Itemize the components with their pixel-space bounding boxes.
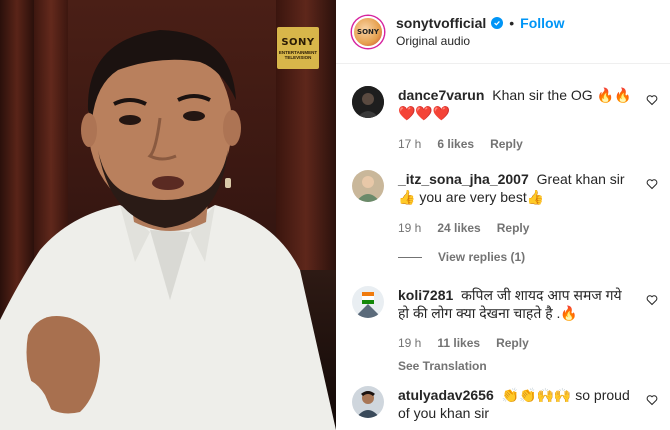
- comment-item: atulyadav2656 👏👏🙌🙌 so proud of you khan …: [352, 386, 670, 422]
- comment-username[interactable]: dance7varun: [398, 87, 484, 103]
- reply-button[interactable]: Reply: [490, 135, 523, 153]
- follow-button[interactable]: Follow: [520, 15, 564, 31]
- channel-logo-brand: SONY: [281, 36, 315, 48]
- avatar[interactable]: [352, 386, 384, 418]
- avatar[interactable]: [352, 286, 384, 318]
- reply-button[interactable]: Reply: [496, 334, 529, 352]
- like-heart-icon[interactable]: [646, 178, 658, 190]
- view-replies-label: View replies (1): [438, 250, 526, 264]
- channel-logo: SONY ENTERTAINMENT TELEVISION: [277, 27, 319, 69]
- comment-time[interactable]: 19 h: [398, 334, 421, 352]
- avatar[interactable]: [352, 170, 384, 202]
- like-heart-icon[interactable]: [646, 394, 658, 406]
- verified-badge-icon: [491, 17, 504, 29]
- view-replies-button[interactable]: View replies (1): [398, 250, 525, 264]
- separator-dot: •: [509, 15, 515, 31]
- post-username[interactable]: sonytvofficial: [396, 15, 486, 31]
- divider-line: [398, 256, 422, 258]
- see-translation-button[interactable]: See Translation: [398, 357, 634, 375]
- like-heart-icon[interactable]: [646, 94, 658, 106]
- comments-list[interactable]: dance7varun Khan sir the OG 🔥🔥 ❤️❤️❤️ 17…: [336, 64, 670, 430]
- comment-username[interactable]: koli7281: [398, 287, 453, 303]
- comment-likes[interactable]: 24 likes: [437, 219, 480, 237]
- like-heart-icon[interactable]: [646, 294, 658, 306]
- comment-item: dance7varun Khan sir the OG 🔥🔥 ❤️❤️❤️ 17…: [352, 86, 670, 153]
- avatar[interactable]: [352, 86, 384, 118]
- reply-button[interactable]: Reply: [497, 219, 530, 237]
- comment-item: _itz_sona_jha_2007 Great khan sir👍 you a…: [352, 170, 670, 237]
- avatar-text: SONY: [357, 27, 379, 36]
- comment-time[interactable]: 19 h: [398, 219, 421, 237]
- comment-likes[interactable]: 6 likes: [437, 135, 474, 153]
- comment-text: Khan sir the OG 🔥🔥: [492, 87, 632, 103]
- audio-link[interactable]: Original audio: [396, 34, 564, 48]
- comments-panel: SONY sonytvofficial • Follow Original au…: [336, 0, 670, 430]
- comment-likes[interactable]: 11 likes: [437, 334, 480, 352]
- comment-username[interactable]: _itz_sona_jha_2007: [398, 171, 529, 187]
- comment-item: koli7281 कपिल जी शायद आप समज गये हो की ल…: [352, 286, 670, 375]
- channel-logo-sub: ENTERTAINMENT TELEVISION: [278, 49, 318, 60]
- comment-text-line2: ❤️❤️❤️: [398, 105, 451, 121]
- comment-username[interactable]: atulyadav2656: [398, 387, 494, 403]
- comment-time[interactable]: 17 h: [398, 135, 421, 153]
- post-header: SONY sonytvofficial • Follow Original au…: [336, 0, 670, 64]
- avatar[interactable]: SONY: [352, 15, 384, 48]
- reel-video[interactable]: SONY ENTERTAINMENT TELEVISION: [0, 0, 336, 430]
